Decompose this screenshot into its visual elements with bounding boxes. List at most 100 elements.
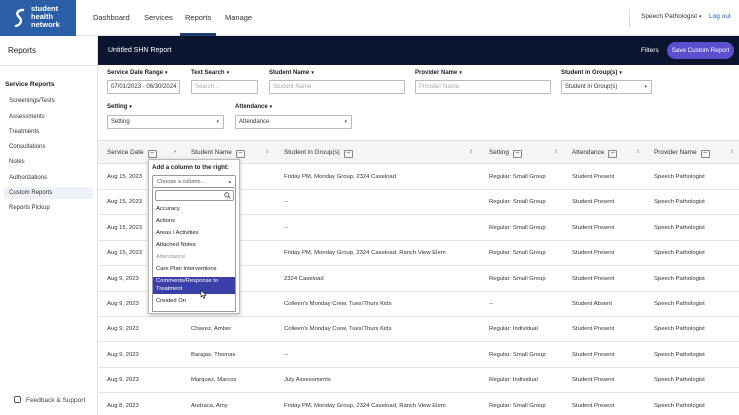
remove-column-icon[interactable]: – <box>147 150 157 158</box>
table-row[interactable]: Aug 9, 2023 Marquez, Marcos July Assessmen… <box>98 368 739 394</box>
cell-service-date: Aug 15, 2023 <box>107 250 143 257</box>
nav-reports[interactable]: Reports <box>185 13 211 22</box>
filter-label-text: Text Search <box>191 70 225 76</box>
student-name-label[interactable]: Student Name ▾ <box>269 70 314 76</box>
save-custom-report-button[interactable]: Save Custom Report <box>667 42 734 59</box>
provider-name-input[interactable]: Provider Name <box>415 80 551 94</box>
app-root: student health network Dashboard Service… <box>0 0 739 415</box>
remove-column-icon[interactable]: – <box>343 150 353 158</box>
filters-toggle[interactable]: Filters <box>641 47 659 54</box>
table-row[interactable]: Aug 9, 2023 Barajas, Thomas -- Regular: Sma… <box>98 343 739 368</box>
cell-setting: Regular: Small Group <box>489 402 546 409</box>
sort-icon[interactable]: ⇕ <box>554 149 558 155</box>
column-option[interactable]: Attached Notes <box>153 242 235 248</box>
cell-provider-name: Speech Pathologist <box>654 275 705 282</box>
feedback-support-link[interactable]: Feedback & Support <box>14 396 85 404</box>
report-title[interactable]: Untitled SHN Report <box>108 47 171 54</box>
sidebar-item-authorizations[interactable]: Authorizations <box>9 175 47 181</box>
text-search-label[interactable]: Text Search ▾ <box>191 70 229 76</box>
cell-setting: Regular: Individual <box>489 326 538 333</box>
text-search-input[interactable]: Search... <box>191 80 258 94</box>
cell-setting: Regular: Individual <box>489 377 538 384</box>
attendance-select[interactable]: Attendance ▾ <box>235 115 352 129</box>
student-group-label[interactable]: Student in Group(s) ▾ <box>561 70 622 76</box>
filter-label-text: Student Name <box>269 70 310 76</box>
student-name-input[interactable]: Student Name <box>269 80 405 94</box>
logo-line: network <box>31 20 60 29</box>
sidebar-item-screenings[interactable]: Screenings/Tests <box>9 98 55 104</box>
column-option[interactable]: Created On <box>153 298 235 304</box>
nav-services[interactable]: Services <box>144 13 173 22</box>
service-date-range-label[interactable]: Service Date Range ▾ <box>107 70 168 76</box>
caret-down-icon: ▾ <box>216 119 219 125</box>
cell-attendance: Student Present <box>572 224 615 231</box>
chat-icon <box>14 396 21 403</box>
sidebar-item-assessments[interactable]: Assessments <box>9 114 45 120</box>
column-header-student-group[interactable]: Student in Group(s) – <box>284 149 353 158</box>
cell-attendance: Student Present <box>572 174 615 180</box>
cell-provider-name: Speech Pathologist <box>654 402 705 409</box>
attendance-label[interactable]: Attendance ▾ <box>235 104 272 110</box>
remove-column-icon[interactable]: – <box>512 150 522 158</box>
nav-manage[interactable]: Manage <box>225 13 252 22</box>
setting-select[interactable]: Setting ▾ <box>107 115 224 129</box>
choose-column-select[interactable]: Choose a column... ▴ <box>152 175 236 188</box>
cell-service-date: Aug 8, 2023 <box>107 402 139 409</box>
column-options-list: Accuracy Actions Areas / Activities Atta… <box>152 188 236 312</box>
logo[interactable]: student health network <box>0 0 76 36</box>
setting-label[interactable]: Setting ▾ <box>107 104 132 110</box>
cell-provider-name: Speech Pathologist <box>654 250 705 257</box>
sort-icon[interactable]: ⇕ <box>469 149 473 155</box>
sidebar-item-custom-reports[interactable]: Custom Reports <box>4 187 93 199</box>
sort-icon[interactable]: ⇕ <box>265 149 269 155</box>
sort-icon[interactable]: ⇕ <box>636 149 640 155</box>
select-value: Setting <box>111 119 130 125</box>
remove-column-icon[interactable]: – <box>235 150 245 158</box>
sort-icon[interactable]: ▾ <box>174 149 177 155</box>
cell-provider-name: Speech Pathologist <box>654 377 705 384</box>
remove-column-icon[interactable]: – <box>700 150 710 158</box>
role-dropdown[interactable]: Speech Pathologist ▾ <box>641 13 701 20</box>
column-option[interactable]: Care Plan Interventions <box>153 266 235 272</box>
service-date-range-input[interactable]: 07/01/2023 - 06/30/2024 <box>107 80 180 94</box>
sidebar-item-consultations[interactable]: Consultations <box>9 144 45 150</box>
cell-student-group: July Assessments <box>284 377 331 384</box>
logout-link[interactable]: Log out <box>709 13 731 20</box>
table-row[interactable]: Aug 8, 2023 Andraca, Amy Friday PM, Monday… <box>98 394 739 415</box>
column-search-input[interactable] <box>155 190 234 201</box>
cell-student-name: Andraca, Amy <box>191 402 228 409</box>
column-header-student-name[interactable]: Student Name – <box>191 149 245 158</box>
column-header-attendance[interactable]: Attendance – <box>572 149 618 158</box>
sidebar-heading: Reports <box>0 36 98 66</box>
sort-icon[interactable]: ⇕ <box>730 149 734 155</box>
cell-student-group: Colleen's Monday Crew, Tues/Thurs Kids <box>284 301 392 307</box>
cell-service-date: Aug 15, 2023 <box>107 199 143 206</box>
column-option-selected[interactable]: Comments/Response to Treatment <box>153 277 235 294</box>
column-header-setting[interactable]: Setting – <box>489 149 522 158</box>
cell-student-name: Barajas, Thomas <box>191 351 236 358</box>
nav-dashboard[interactable]: Dashboard <box>93 13 130 22</box>
remove-column-icon[interactable]: – <box>608 150 618 158</box>
column-option[interactable]: Actions <box>153 218 235 224</box>
column-option[interactable]: Areas / Activities <box>153 230 235 236</box>
cell-provider-name: Speech Pathologist <box>654 174 705 180</box>
column-header-provider-name[interactable]: Provider Name – <box>654 149 710 158</box>
caret-up-icon: ▴ <box>228 179 231 185</box>
cell-student-group: Friday PM, Monday Group, 2324 Caseload, … <box>284 250 446 257</box>
filter-label-text: Service Date Range <box>107 70 164 76</box>
column-header-label: Student in Group(s) <box>284 149 340 156</box>
sidebar-item-treatments[interactable]: Treatments <box>9 129 39 135</box>
sidebar-item-reports-pickup[interactable]: Reports Pickup <box>9 205 50 211</box>
student-group-select[interactable]: Student in Group(s) ▾ <box>561 80 652 94</box>
column-option[interactable]: Accuracy <box>153 206 235 212</box>
caret-down-icon: ▾ <box>226 70 230 76</box>
caret-down-icon: ▾ <box>311 70 314 76</box>
table-row[interactable]: Aug 9, 2023 Chavez, Amber Colleen's Monday… <box>98 317 739 343</box>
feedback-label: Feedback & Support <box>26 397 86 404</box>
provider-name-label[interactable]: Provider Name ▾ <box>415 70 462 76</box>
sidebar-item-notes[interactable]: Notes <box>9 159 25 165</box>
logo-mark-icon <box>14 8 25 28</box>
column-header-service-date[interactable]: Service Date – <box>107 149 157 158</box>
cell-service-date: Aug 15, 2023 <box>107 174 143 180</box>
sidebar: Reports Service Reports Screenings/Tests… <box>0 36 98 415</box>
